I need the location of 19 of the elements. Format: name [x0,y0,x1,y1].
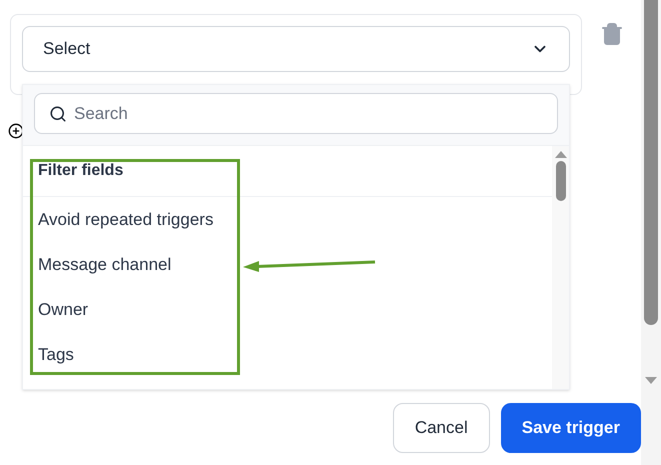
scroll-up-icon [554,151,566,158]
page-scrollbar[interactable] [641,0,661,465]
save-button[interactable]: Save trigger [500,403,641,453]
group-label: Filter fields [38,161,124,181]
delete-button[interactable] [600,22,624,46]
menu-item[interactable]: Owner [23,287,552,332]
search-field[interactable]: Search [34,93,558,134]
menu-item[interactable]: Message channel [23,242,552,287]
scroll-down-icon [645,377,657,384]
scrollbar[interactable] [552,146,569,389]
search-icon [49,105,67,123]
scroll-thumb[interactable] [556,161,566,201]
cancel-button[interactable]: Cancel [392,403,490,453]
add-icon [8,123,24,139]
menu-item[interactable]: Tags [23,332,552,377]
trash-icon [600,22,624,46]
menu-item[interactable]: Avoid repeated triggers [23,197,552,242]
scroll-thumb[interactable] [644,0,658,325]
select-dropdown[interactable]: Select [22,26,570,72]
